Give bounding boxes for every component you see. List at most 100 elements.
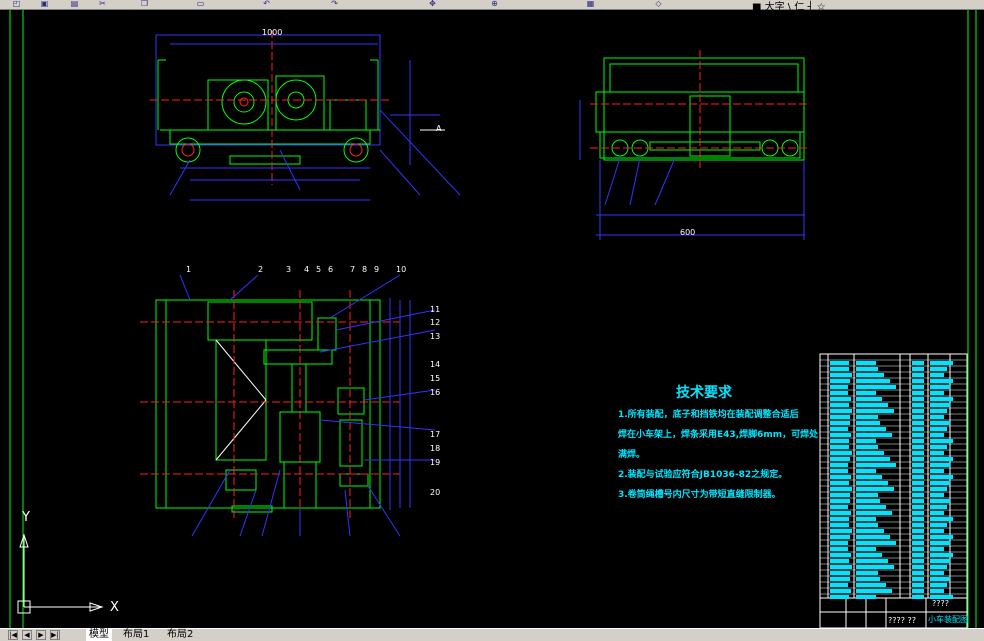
- parts-list-entry: [830, 439, 849, 443]
- parts-list-entry: [912, 535, 924, 539]
- parts-list-entry: [930, 403, 950, 407]
- parts-list-entry: [830, 379, 850, 383]
- parts-list-entry: [912, 379, 924, 383]
- part-number: 12: [430, 318, 441, 327]
- parts-list-entry: [856, 409, 894, 413]
- parts-list-entry: [856, 379, 890, 383]
- part-number: 4: [304, 265, 310, 274]
- parts-list-entry: [830, 559, 849, 563]
- title-block-bottom-code: ???? ??: [888, 616, 917, 625]
- parts-list-entry: [856, 433, 892, 437]
- parts-list-entry: [930, 475, 953, 479]
- parts-list-entry: [930, 583, 947, 587]
- cad-drawing: [9, 10, 977, 628]
- parts-list-entry: [830, 583, 848, 587]
- last-tab-button[interactable]: ▶|: [50, 630, 60, 640]
- parts-list-entry: [912, 457, 924, 461]
- part-number: 2: [258, 265, 264, 274]
- part-number: 3: [286, 265, 292, 274]
- zoom-icon[interactable]: ⊕: [490, 0, 499, 8]
- ucs-y-label: Y: [22, 510, 30, 525]
- cut-icon[interactable]: ✂: [98, 0, 107, 8]
- layout-tab-bar: |◀ ◀ ▶ ▶| 模型 布局1 布局2: [0, 628, 984, 641]
- redo-icon[interactable]: ↷: [330, 0, 339, 8]
- parts-list-entry: [912, 541, 924, 545]
- parts-list-entry: [856, 487, 894, 491]
- parts-list-entry: [856, 595, 876, 599]
- open-icon[interactable]: ◰: [12, 0, 21, 8]
- next-tab-button[interactable]: ▶: [36, 630, 46, 640]
- plan-view: [140, 274, 436, 537]
- parts-list-entry: [930, 481, 950, 485]
- title-block-code: ????: [932, 599, 949, 608]
- drawing-canvas[interactable]: 技术要求 1.所有装配，底子和挡铁均在装配调整合适后 焊在小车架上，焊条采用E4…: [0, 10, 984, 628]
- parts-list-entry: [930, 541, 950, 545]
- parts-list-entry: [930, 385, 950, 389]
- parts-list-entry: [930, 421, 950, 425]
- part-number: 9: [374, 265, 380, 274]
- tech-line-3: 满焊。: [618, 450, 646, 460]
- parts-list-entry: [930, 547, 944, 551]
- layer-icon[interactable]: ◇: [654, 0, 663, 8]
- first-tab-button[interactable]: |◀: [8, 630, 18, 640]
- parts-list-entry: [856, 361, 876, 365]
- prev-tab-button[interactable]: ◀: [22, 630, 32, 640]
- parts-list-entry: [912, 469, 924, 473]
- copy-icon[interactable]: ❐: [140, 0, 149, 8]
- parts-list-entry: [930, 391, 944, 395]
- part-number: 10: [396, 265, 407, 274]
- parts-list-entry: [830, 463, 848, 467]
- parts-list-entry: [830, 571, 850, 575]
- pan-icon[interactable]: ✥: [428, 0, 437, 8]
- parts-list-entry: [856, 589, 892, 593]
- parts-list-entry: [912, 433, 924, 437]
- parts-list-entry: [830, 451, 852, 455]
- parts-list-entry: [912, 553, 924, 557]
- tab-model[interactable]: 模型: [86, 629, 112, 641]
- parts-list-entry: [830, 403, 849, 407]
- parts-list-entry: [856, 367, 878, 371]
- parts-list-entry: [830, 493, 850, 497]
- undo-icon[interactable]: ↶: [262, 0, 271, 8]
- parts-list-entry: [830, 595, 849, 599]
- parts-list-entry: [830, 373, 852, 377]
- tech-line-4: 2.装配与试验应符合JB1036-82之规定。: [618, 470, 788, 480]
- parts-list-entry: [856, 439, 876, 443]
- parts-list-entry: [830, 475, 851, 479]
- parts-list-entry: [912, 373, 924, 377]
- parts-list-entry: [912, 589, 924, 593]
- parts-list-entry: [830, 529, 852, 533]
- parts-list-entry: [856, 385, 896, 389]
- parts-list-entry: [912, 595, 924, 599]
- parts-list-entry: [930, 565, 947, 569]
- parts-list-entry: [830, 517, 849, 521]
- part-number: 8: [362, 265, 368, 274]
- parts-list-entry: [930, 463, 950, 467]
- parts-list-entry: [830, 505, 848, 509]
- parts-list-entry: [856, 577, 880, 581]
- parts-list-entry: [912, 577, 924, 581]
- print-icon[interactable]: ▤: [70, 0, 79, 8]
- parts-list-entry: [856, 583, 886, 587]
- parts-list-entry: [830, 469, 848, 473]
- paste-icon[interactable]: ▭: [196, 0, 205, 8]
- parts-list-entry: [830, 541, 848, 545]
- parts-list-entry: [830, 397, 851, 401]
- parts-list-entry: [830, 457, 850, 461]
- parts-list-entry: [930, 505, 947, 509]
- tab-layout2[interactable]: 布局2: [164, 629, 196, 641]
- tab-layout1[interactable]: 布局1: [120, 629, 152, 641]
- properties-icon[interactable]: ▦: [586, 0, 595, 8]
- part-number: 15: [430, 374, 441, 383]
- parts-list-entry: [830, 409, 852, 413]
- save-icon[interactable]: ▣: [40, 0, 49, 8]
- parts-list-entry: [930, 439, 953, 443]
- ucs-icon: [17, 533, 104, 614]
- parts-list-entry: [930, 415, 944, 419]
- parts-list-entry: [856, 451, 884, 455]
- parts-list-entry: [830, 361, 849, 365]
- parts-list-entry: [930, 469, 944, 473]
- parts-list-entry: [930, 409, 947, 413]
- parts-list-entry: [856, 445, 878, 449]
- part-number: 7: [350, 265, 356, 274]
